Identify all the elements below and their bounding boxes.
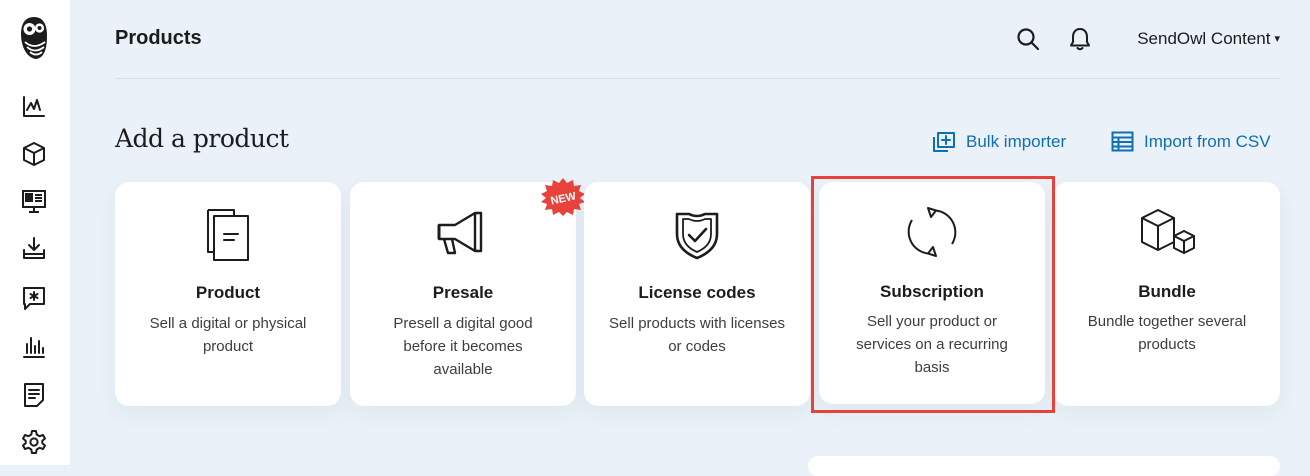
shield-check-icon [675, 212, 719, 260]
card-title: Product [195, 283, 261, 302]
card-title: Subscription [880, 282, 984, 301]
card-title: Bundle [1138, 282, 1196, 301]
downloads-icon[interactable] [21, 236, 47, 262]
bulk-importer-link[interactable]: Bulk importer [932, 131, 1066, 153]
search-icon[interactable] [1016, 27, 1040, 56]
card-title: License codes [638, 283, 756, 302]
storefront-icon[interactable] [21, 188, 47, 214]
card-description: Sell a digital or physical product [149, 315, 307, 355]
header-divider [115, 78, 1280, 79]
sidebar [0, 0, 70, 465]
orders-icon[interactable] [21, 382, 47, 408]
main-content: Products SendOwl Content ▾ Add a product … [70, 0, 1310, 476]
recurring-icon [907, 207, 957, 257]
chevron-down-icon: ▾ [1274, 33, 1280, 45]
messages-icon[interactable] [21, 285, 47, 311]
spreadsheet-icon [1111, 131, 1134, 152]
section-title: Add a product [115, 124, 289, 153]
card-description: Presell a digital good before it becomes… [393, 315, 533, 378]
boxes-icon [1141, 209, 1195, 254]
import-csv-label: Import from CSV [1144, 131, 1271, 151]
product-type-card-subscription[interactable]: Subscription Sell your product or servic… [819, 182, 1045, 404]
page-title: Products [115, 27, 202, 49]
account-menu[interactable]: SendOwl Content ▾ [1137, 29, 1280, 49]
notifications-bell-icon[interactable] [1068, 26, 1092, 57]
megaphone-icon [437, 211, 483, 255]
product-type-card-license-codes[interactable]: License codes Sell products with license… [584, 182, 810, 406]
card-description: Bundle together several products [1087, 313, 1247, 353]
document-icon [207, 209, 249, 261]
product-type-card-bundle[interactable]: Bundle Bundle together several products [1054, 182, 1280, 406]
sendowl-logo-icon[interactable] [20, 16, 48, 65]
card-title: Presale [432, 283, 494, 302]
settings-icon[interactable] [21, 429, 47, 455]
import-csv-link[interactable]: Import from CSV [1111, 131, 1271, 152]
bulk-import-icon [933, 132, 955, 152]
reports-icon[interactable] [21, 334, 47, 360]
product-type-card-product[interactable]: Product Sell a digital or physical produ… [115, 182, 341, 406]
next-panel-edge [808, 456, 1280, 476]
products-icon[interactable] [21, 141, 47, 167]
dashboard-icon[interactable] [21, 94, 47, 120]
new-badge: NEW [539, 177, 587, 217]
bulk-importer-label: Bulk importer [966, 132, 1067, 151]
card-description: Sell products with licenses or codes [609, 315, 785, 355]
account-name: SendOwl Content [1137, 29, 1271, 48]
card-description: Sell your product or services on a recur… [856, 313, 1008, 376]
